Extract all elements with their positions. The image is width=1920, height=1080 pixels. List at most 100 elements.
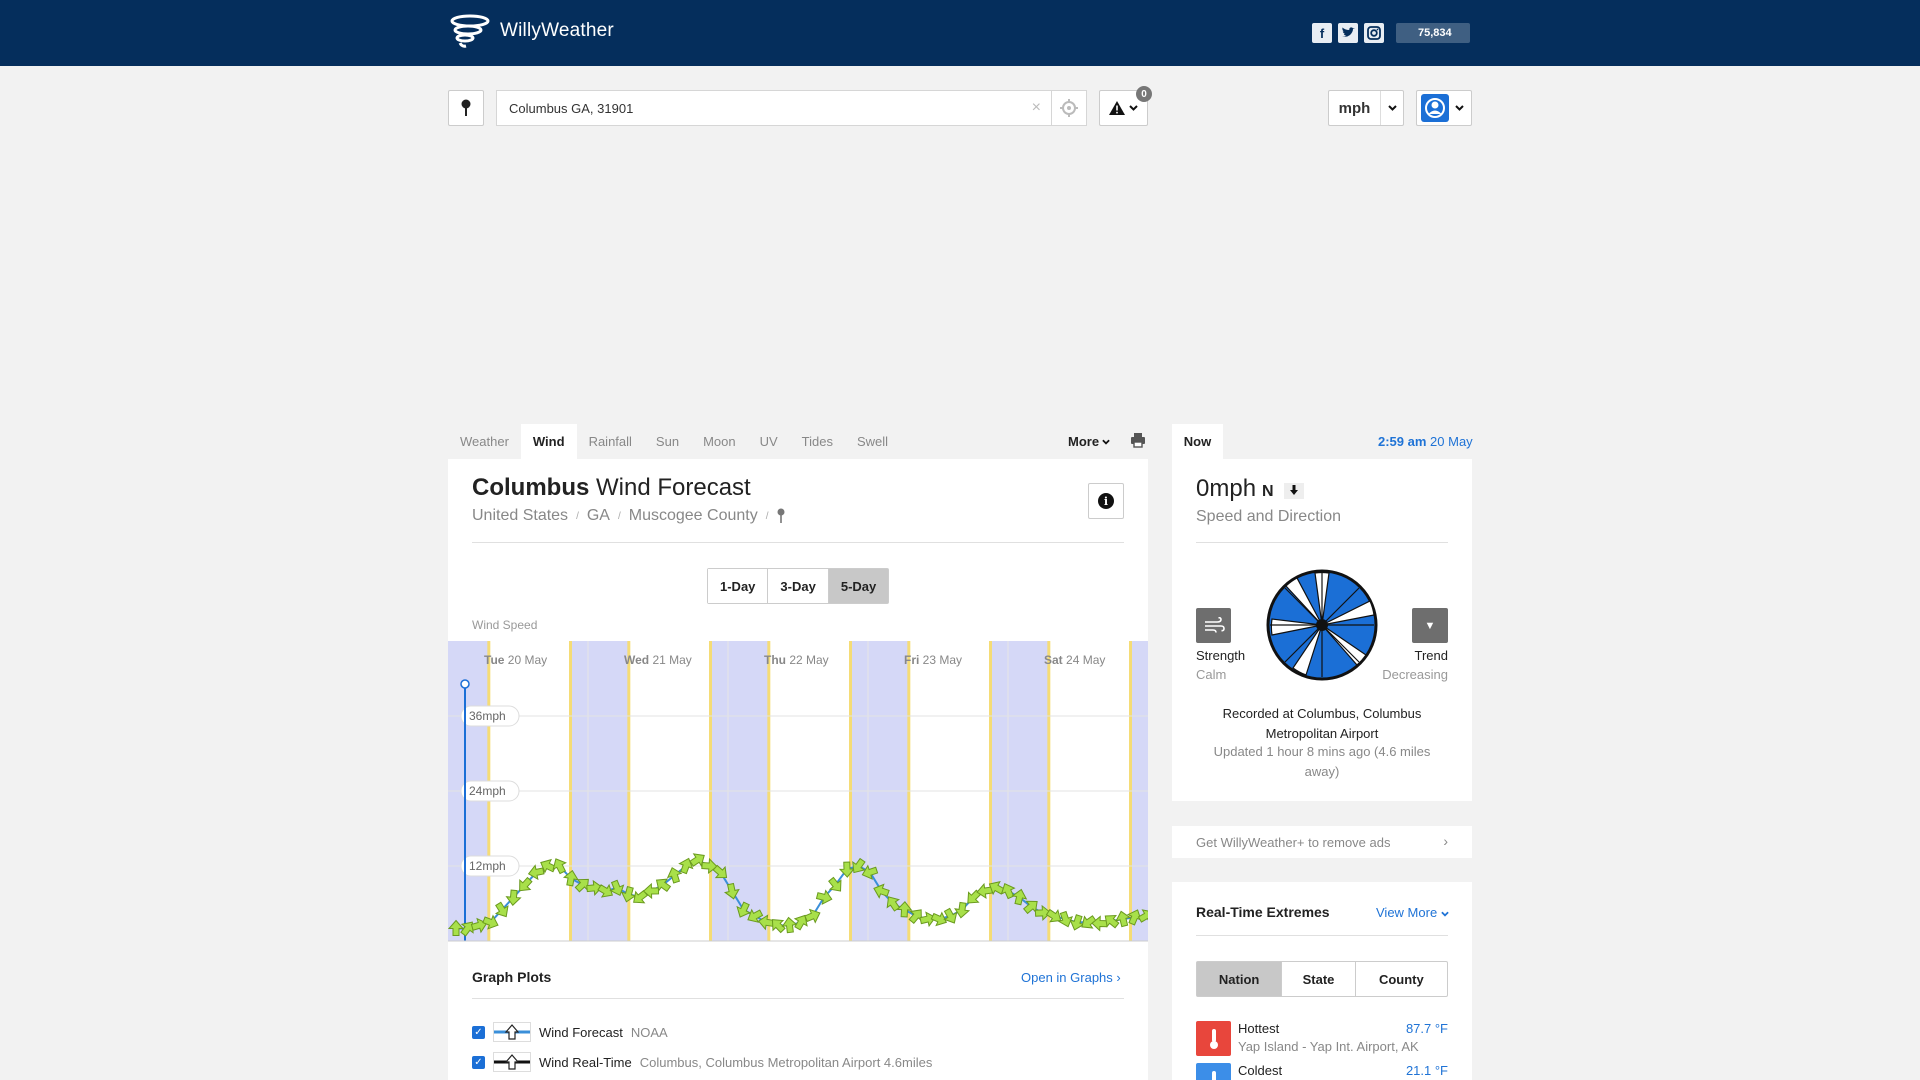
day-label: Sat 24 May: [1044, 653, 1105, 667]
tab-rainfall[interactable]: Rainfall: [577, 424, 644, 459]
scope-nation[interactable]: Nation: [1197, 962, 1283, 996]
print-icon[interactable]: [1130, 432, 1146, 453]
chevron-down-icon: [1381, 102, 1403, 114]
warning-icon: [1109, 101, 1125, 115]
chevron-right-icon: ›: [1443, 833, 1448, 849]
breadcrumb-state[interactable]: GA: [587, 507, 610, 525]
trend-label: Trend: [1414, 648, 1448, 663]
day-label: Tue 20 May: [484, 653, 547, 667]
range-selector: 1-Day 3-Day 5-Day: [707, 568, 890, 604]
location-pin-button[interactable]: [448, 90, 484, 126]
promo-text: Get WillyWeather+ to remove ads: [1196, 834, 1391, 850]
plot-row-forecast: ✓ Wind Forecast NOAA: [472, 1022, 668, 1042]
extreme-place: Yap Island - Yap Int. Airport, AK: [1238, 1039, 1419, 1054]
y-tick-label: 12mph: [469, 859, 506, 873]
wind-compass: [1266, 569, 1378, 681]
view-more-label: View More: [1376, 905, 1438, 920]
observation-time: 2:59 am 20 May: [1378, 434, 1473, 449]
extreme-label: Coldest: [1238, 1063, 1283, 1078]
open-in-graphs-link[interactable]: Open in Graphs ›: [1021, 970, 1121, 985]
y-tick-label: 36mph: [469, 709, 506, 723]
extreme-row-coldest[interactable]: Coldest 21.1 °F: [1196, 1063, 1448, 1080]
speed-direction-label: Speed and Direction: [1196, 508, 1341, 525]
open-in-graphs-label: Open in Graphs: [1021, 970, 1113, 985]
breadcrumb-country[interactable]: United States: [472, 507, 568, 525]
extreme-label: Hottest: [1238, 1021, 1280, 1036]
current-speed: 0mph N: [1196, 475, 1304, 503]
alert-count-badge: 0: [1136, 86, 1152, 102]
now-marker-dot: [460, 679, 470, 689]
remove-ads-promo[interactable]: Get WillyWeather+ to remove ads ›: [1172, 826, 1472, 858]
more-label: More: [1068, 434, 1100, 449]
range-3-day[interactable]: 3-Day: [768, 569, 829, 603]
city-name: Columbus: [472, 474, 590, 501]
unit-label: mph: [1329, 91, 1381, 125]
chevron-right-icon: ›: [1116, 970, 1121, 985]
map-pin-icon: [461, 99, 471, 116]
chevron-down-icon: [1129, 105, 1138, 111]
tab-uv[interactable]: UV: [748, 424, 790, 459]
breadcrumb-separator: /: [765, 510, 769, 522]
more-menu-button[interactable]: More: [1068, 424, 1110, 459]
tornado-logo-icon: [450, 14, 490, 48]
direction-value: N: [1262, 483, 1274, 500]
page-title: Columbus Wind Forecast: [472, 474, 751, 502]
range-5-day[interactable]: 5-Day: [828, 569, 889, 603]
trend-value: Decreasing: [1382, 667, 1448, 682]
user-avatar-icon: [1421, 94, 1449, 122]
location-search[interactable]: ×: [496, 90, 1052, 126]
view-more-link[interactable]: View More: [1376, 905, 1449, 920]
plot-checkbox[interactable]: ✓: [472, 1025, 485, 1039]
tab-tides[interactable]: Tides: [790, 424, 845, 459]
divider: [472, 998, 1124, 999]
account-button[interactable]: [1416, 90, 1472, 126]
info-icon: i: [1098, 493, 1114, 509]
app-name: WillyWeather: [500, 20, 614, 41]
breadcrumb-county[interactable]: Muscogee County: [629, 507, 758, 525]
plot-name: Wind Forecast: [539, 1024, 623, 1040]
thermometer-hot-icon: [1196, 1021, 1231, 1056]
search-input[interactable]: [509, 100, 1009, 116]
observation-date: 20 May: [1430, 434, 1473, 449]
forecast-tabs: Weather Wind Rainfall Sun Moon UV Tides …: [448, 424, 1148, 459]
clear-search-icon[interactable]: ×: [1032, 99, 1041, 117]
wind-speed-chart[interactable]: 36mph 24mph 12mph Tue 20 May Wed 21 May Thu 2…: [448, 641, 1148, 942]
extreme-row-hottest[interactable]: Hottest Yap Island - Yap Int. Airport, A…: [1196, 1021, 1448, 1057]
y-tick-label: 24mph: [469, 784, 506, 798]
breadcrumb: United States / GA / Muscogee County /: [472, 507, 785, 525]
crosshair-icon: [1060, 99, 1078, 117]
plot-name: Wind Real-Time: [539, 1054, 632, 1070]
instagram-icon[interactable]: [1364, 23, 1384, 43]
plot-checkbox[interactable]: ✓: [472, 1055, 485, 1069]
tab-weather[interactable]: Weather: [448, 424, 521, 459]
facebook-icon[interactable]: f: [1312, 23, 1332, 43]
map-pin-icon[interactable]: [777, 508, 785, 524]
range-1-day[interactable]: 1-Day: [708, 569, 769, 603]
breadcrumb-separator: /: [617, 510, 621, 522]
divider: [1196, 935, 1448, 936]
tab-now[interactable]: Now: [1172, 424, 1223, 459]
realtime-legend-icon: [493, 1052, 531, 1072]
day-label: Fri 23 May: [904, 653, 962, 667]
breadcrumb-separator: /: [576, 510, 579, 522]
scope-state[interactable]: State: [1282, 962, 1356, 996]
logo[interactable]: WillyWeather: [450, 14, 614, 48]
current-wind-card: 0mph N Speed and Direction Strength Calm…: [1172, 459, 1472, 801]
speed-value: 0mph: [1196, 475, 1257, 502]
divider: [1196, 542, 1448, 543]
graph-plots-title: Graph Plots: [472, 969, 552, 985]
tab-sun[interactable]: Sun: [644, 424, 691, 459]
real-time-extremes-card: Real-Time Extremes View More Nation Stat…: [1172, 882, 1472, 1080]
plot-source: NOAA: [630, 1024, 668, 1040]
tab-moon[interactable]: Moon: [691, 424, 748, 459]
tab-swell[interactable]: Swell: [845, 424, 900, 459]
wind-forecast-card: Columbus Wind Forecast United States / G…: [448, 459, 1148, 1080]
scope-county[interactable]: County: [1356, 962, 1447, 996]
geolocate-button[interactable]: [1052, 90, 1087, 126]
tab-wind[interactable]: Wind: [520, 424, 577, 459]
units-selector[interactable]: mph: [1328, 90, 1404, 126]
twitter-icon[interactable]: [1338, 23, 1358, 43]
extreme-value: 21.1 °F: [1405, 1063, 1448, 1078]
fans-count-badge[interactable]: 75,834: [1396, 23, 1470, 43]
info-button[interactable]: i: [1088, 483, 1124, 519]
